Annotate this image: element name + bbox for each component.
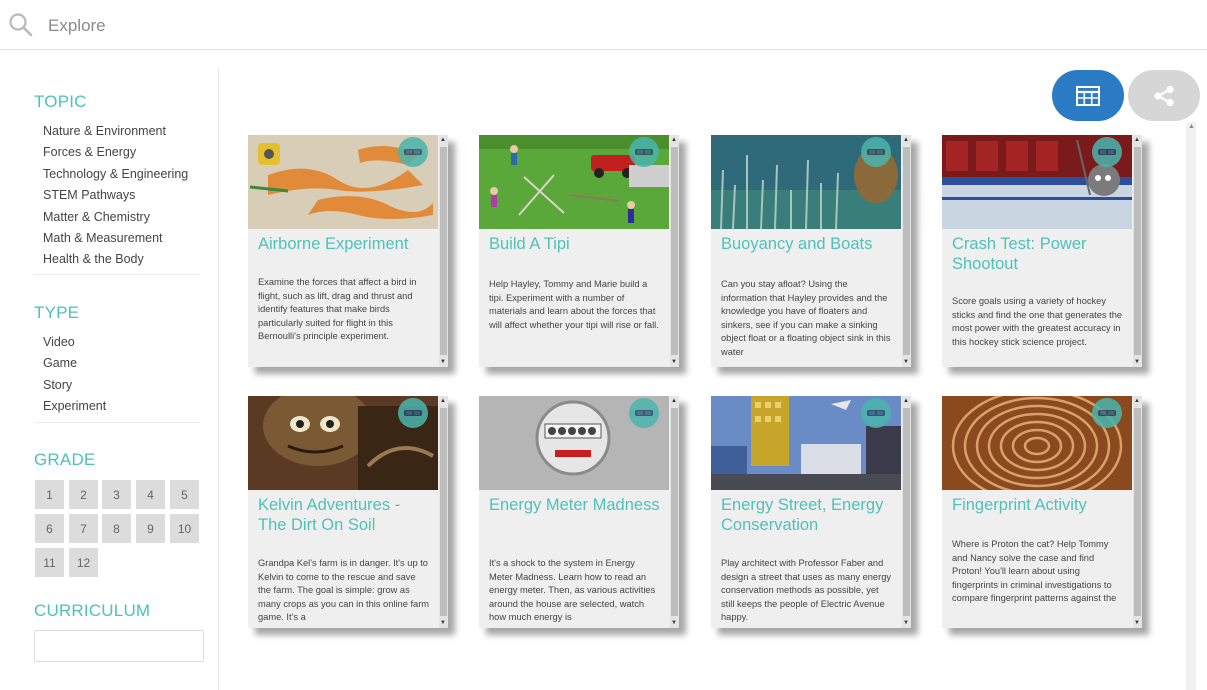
curriculum-heading: CURRICULUM bbox=[34, 601, 151, 620]
activity-card-build-a-tipi[interactable]: Build A Tipi Help Hayley, Tommy and Mari… bbox=[479, 135, 679, 367]
grade-button-2[interactable]: 2 bbox=[69, 480, 98, 509]
topic-item-forces-energy[interactable]: Forces & Energy bbox=[43, 142, 188, 163]
topic-item-nature-environment[interactable]: Nature & Environment bbox=[43, 121, 188, 142]
search-icon[interactable] bbox=[8, 12, 34, 38]
card-scrollbar[interactable]: ▲ ▼ bbox=[670, 135, 679, 367]
type-list: Video Game Story Experiment bbox=[43, 332, 106, 418]
divider bbox=[34, 274, 200, 275]
type-item-video[interactable]: Video bbox=[43, 332, 106, 353]
grid-view-button[interactable] bbox=[1052, 70, 1124, 121]
card-title[interactable]: Energy Street, Energy Conservation bbox=[721, 496, 893, 535]
share-button[interactable] bbox=[1128, 70, 1200, 121]
grade-button-8[interactable]: 8 bbox=[102, 514, 131, 543]
share-icon bbox=[1154, 85, 1174, 106]
curriculum-input[interactable] bbox=[34, 630, 204, 662]
card-scrollbar[interactable]: ▲ ▼ bbox=[439, 135, 448, 367]
topic-item-health-body[interactable]: Health & the Body bbox=[43, 249, 188, 270]
card-description: Examine the forces that affect a bird in… bbox=[258, 277, 417, 342]
card-scrollbar[interactable]: ▲ ▼ bbox=[670, 396, 679, 628]
vr-goggles-icon bbox=[861, 137, 891, 167]
card-title[interactable]: Crash Test: Power Shootout bbox=[952, 235, 1124, 274]
grade-button-6[interactable]: 6 bbox=[35, 514, 64, 543]
vr-goggles-icon bbox=[398, 398, 428, 428]
grade-button-11[interactable]: 11 bbox=[35, 548, 64, 577]
card-scrollbar[interactable]: ▲ ▼ bbox=[1133, 135, 1142, 367]
activity-card-energy-meter-madness[interactable]: Energy Meter Madness It's a shock to the… bbox=[479, 396, 679, 628]
grade-button-12[interactable]: 12 bbox=[69, 548, 98, 577]
topic-item-technology-engineering[interactable]: Technology & Engineering bbox=[43, 164, 188, 185]
grid-icon bbox=[1076, 85, 1100, 106]
card-title[interactable]: Kelvin Adventures - The Dirt On Soil bbox=[258, 496, 430, 535]
grade-heading: GRADE bbox=[34, 450, 96, 469]
card-scrollbar[interactable]: ▲ ▼ bbox=[1133, 396, 1142, 628]
vr-goggles-icon bbox=[629, 398, 659, 428]
activity-card-airborne-experiment[interactable]: Airborne Experiment Examine the forces t… bbox=[248, 135, 448, 367]
card-description: Can you stay afloat? Using the informati… bbox=[721, 279, 891, 357]
search-input[interactable] bbox=[48, 12, 448, 40]
card-scrollbar[interactable]: ▲ ▼ bbox=[439, 396, 448, 628]
grade-button-1[interactable]: 1 bbox=[35, 480, 64, 509]
card-title[interactable]: Airborne Experiment bbox=[258, 235, 430, 255]
vr-goggles-icon bbox=[1092, 398, 1122, 428]
divider bbox=[34, 422, 200, 423]
type-heading: TYPE bbox=[34, 303, 80, 322]
grade-button-5[interactable]: 5 bbox=[170, 480, 199, 509]
card-description: Grandpa Kel's farm is in danger. It's up… bbox=[258, 558, 430, 623]
card-description: Where is Proton the cat? Help Tommy and … bbox=[952, 539, 1117, 604]
card-title[interactable]: Fingerprint Activity bbox=[952, 496, 1124, 516]
type-item-story[interactable]: Story bbox=[43, 375, 106, 396]
topic-item-math-measurement[interactable]: Math & Measurement bbox=[43, 228, 188, 249]
card-title[interactable]: Buoyancy and Boats bbox=[721, 235, 893, 255]
topic-list: Nature & Environment Forces & Energy Tec… bbox=[43, 121, 188, 271]
type-item-game[interactable]: Game bbox=[43, 353, 106, 374]
grade-button-10[interactable]: 10 bbox=[170, 514, 199, 543]
card-scrollbar[interactable]: ▲ ▼ bbox=[902, 396, 911, 628]
card-description: Score goals using a variety of hockey st… bbox=[952, 296, 1123, 347]
topic-item-matter-chemistry[interactable]: Matter & Chemistry bbox=[43, 207, 188, 228]
filter-sidebar: TOPIC Nature & Environment Forces & Ener… bbox=[0, 68, 219, 690]
main-scrollbar[interactable]: ▲ bbox=[1186, 122, 1196, 690]
grade-button-4[interactable]: 4 bbox=[136, 480, 165, 509]
scroll-up-arrow[interactable]: ▲ bbox=[1188, 123, 1195, 130]
grade-button-9[interactable]: 9 bbox=[136, 514, 165, 543]
card-title[interactable]: Energy Meter Madness bbox=[489, 496, 661, 516]
topic-heading: TOPIC bbox=[34, 92, 87, 111]
search-bar bbox=[0, 0, 1207, 50]
vr-goggles-icon bbox=[861, 398, 891, 428]
topic-item-stem-pathways[interactable]: STEM Pathways bbox=[43, 185, 188, 206]
card-description: Play architect with Professor Faber and … bbox=[721, 558, 892, 623]
type-item-experiment[interactable]: Experiment bbox=[43, 396, 106, 417]
grade-button-3[interactable]: 3 bbox=[102, 480, 131, 509]
activity-card-buoyancy-and-boats[interactable]: Buoyancy and Boats Can you stay afloat? … bbox=[711, 135, 911, 367]
grade-button-7[interactable]: 7 bbox=[69, 514, 98, 543]
vr-goggles-icon bbox=[629, 137, 659, 167]
activity-card-crash-test-power-shootout[interactable]: Crash Test: Power Shootout Score goals u… bbox=[942, 135, 1142, 367]
card-description: It's a shock to the system in Energy Met… bbox=[489, 558, 656, 623]
card-description: Help Hayley, Tommy and Marie build a tip… bbox=[489, 279, 659, 330]
card-scrollbar[interactable]: ▲ ▼ bbox=[902, 135, 911, 367]
activity-card-energy-street[interactable]: Energy Street, Energy Conservation Play … bbox=[711, 396, 911, 628]
activity-card-kelvin-adventures[interactable]: Kelvin Adventures - The Dirt On Soil Gra… bbox=[248, 396, 448, 628]
vr-goggles-icon bbox=[398, 137, 428, 167]
activity-card-fingerprint-activity[interactable]: Fingerprint Activity Where is Proton the… bbox=[942, 396, 1142, 628]
vr-goggles-icon bbox=[1092, 137, 1122, 167]
card-title[interactable]: Build A Tipi bbox=[489, 235, 661, 255]
